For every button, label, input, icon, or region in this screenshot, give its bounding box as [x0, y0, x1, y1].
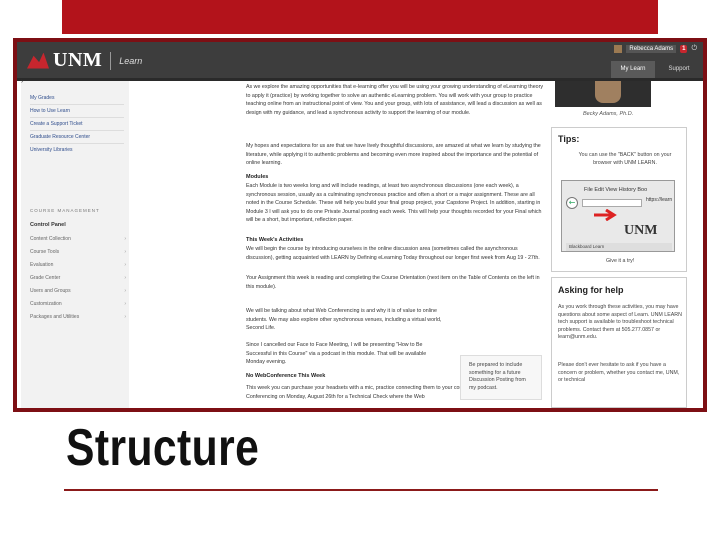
- tips-footer: Give it a try!: [606, 258, 635, 264]
- browser-example-image: File Edit View History Boo ← https://lea…: [561, 180, 675, 252]
- notification-badge[interactable]: 1: [680, 45, 688, 53]
- app-header: UNM Learn Rebecca Adams 1 ⏻ My Learn Sup…: [17, 42, 703, 78]
- tips-text: You can use the "BACK" button on your br…: [578, 152, 672, 166]
- sidebar-item-label: Content Collection: [30, 236, 71, 242]
- red-arrow-icon: [594, 209, 617, 221]
- sidebar-item-grade-center[interactable]: Grade Center ›: [30, 275, 126, 281]
- sidebar-item-label: Customization: [30, 301, 62, 307]
- photo-caption: Becky Adams, Ph.D.: [583, 111, 634, 117]
- sidebar-item-evaluation[interactable]: Evaluation ›: [30, 262, 126, 268]
- chevron-right-icon: ›: [124, 249, 126, 255]
- divider: [30, 130, 124, 131]
- tips-title: Tips:: [558, 134, 580, 144]
- chevron-right-icon: ›: [124, 314, 126, 320]
- modules-paragraph: Each Module is two weeks long and will i…: [246, 183, 542, 223]
- slide-title: Structure: [66, 419, 260, 477]
- mountain-icon: [27, 52, 49, 69]
- help-title: Asking for help: [558, 285, 624, 295]
- chevron-right-icon: ›: [124, 275, 126, 281]
- url-text: https://learn: [646, 197, 673, 203]
- talking-paragraph: We will be talking about what Web Confer…: [246, 308, 442, 331]
- section-heading: COURSE MANAGEMENT: [30, 208, 100, 213]
- logo-divider: [110, 51, 112, 70]
- user-area: Rebecca Adams 1 ⏻: [614, 45, 697, 53]
- collapse-arrow-icon[interactable]: ›: [21, 78, 23, 85]
- learn-screen: UNM Learn Rebecca Adams 1 ⏻ My Learn Sup…: [17, 42, 703, 408]
- week-paragraph: We will begin the course by introducing …: [246, 246, 540, 261]
- chevron-right-icon: ›: [124, 262, 126, 268]
- back-arrow-icon: ←: [566, 197, 578, 209]
- logo-text: UNM: [53, 49, 103, 71]
- tips-panel: Tips: You can use the "BACK" button on y…: [551, 127, 687, 272]
- top-accent-bar: [62, 0, 658, 34]
- sidebar-item-label: Grade Center: [30, 275, 61, 281]
- sidebar-link-how-to-use[interactable]: How to Use Learn: [30, 108, 70, 114]
- url-bar: [582, 199, 642, 207]
- no-webconference-heading: No WebConference This Week: [246, 373, 326, 379]
- screenshot-frame: UNM Learn Rebecca Adams 1 ⏻ My Learn Sup…: [13, 38, 707, 412]
- logo-subtitle: Learn: [119, 55, 143, 66]
- sidebar-item-label: Users and Groups: [30, 288, 71, 294]
- modules-heading: Modules: [246, 174, 269, 180]
- tab-my-learn[interactable]: My Learn: [611, 61, 655, 78]
- instructor-photo: [555, 81, 651, 107]
- sidebar-link-my-grades[interactable]: My Grades: [30, 95, 54, 101]
- help-paragraph: As you work through these activities, yo…: [558, 304, 682, 340]
- help-panel: Asking for help As you work through thes…: [551, 277, 687, 408]
- intro-paragraph: As we explore the amazing opportunities …: [246, 84, 544, 116]
- sidebar-item-users-groups[interactable]: Users and Groups ›: [30, 288, 126, 294]
- podcast-note: Be prepared to include something for a f…: [460, 355, 542, 400]
- sidebar-item-course-tools[interactable]: Course Tools ›: [30, 249, 126, 255]
- chevron-right-icon: ›: [124, 288, 126, 294]
- divider: [30, 143, 124, 144]
- tab-label: Blackboard Learn: [566, 243, 672, 251]
- avatar[interactable]: [614, 45, 623, 53]
- user-name[interactable]: Rebecca Adams: [626, 45, 677, 53]
- divider: [30, 104, 124, 105]
- sidebar-item-label: Evaluation: [30, 262, 54, 268]
- sidebar-item-label: Course Tools: [30, 249, 60, 255]
- week-heading: This Week's Activities: [246, 237, 304, 243]
- sidebar-item-content-collection[interactable]: Content Collection ›: [30, 236, 126, 242]
- assignment-paragraph: Your Assignment this week is reading and…: [246, 275, 540, 290]
- sidebar-item-customization[interactable]: Customization ›: [30, 301, 126, 307]
- divider: [30, 117, 124, 118]
- unm-logo[interactable]: UNM Learn: [27, 49, 142, 72]
- sidebar-link-support-ticket[interactable]: Create a Support Ticket: [30, 121, 83, 127]
- chevron-right-icon: ›: [124, 236, 126, 242]
- tab-support[interactable]: Support: [659, 61, 699, 78]
- course-menu: › My Grades How to Use Learn Create a Su…: [21, 78, 129, 408]
- sidebar-item-label: Packages and Utilities: [30, 314, 80, 320]
- sidebar-link-graduate-resource[interactable]: Graduate Resource Center: [30, 134, 90, 140]
- chevron-right-icon: ›: [124, 301, 126, 307]
- since-paragraph: Since I cancelled our Face to Face Meeti…: [246, 342, 427, 365]
- slide: UNM Learn Rebecca Adams 1 ⏻ My Learn Sup…: [0, 0, 720, 540]
- control-panel-heading: Control Panel: [30, 222, 66, 228]
- sidebar-item-packages[interactable]: Packages and Utilities ›: [30, 314, 126, 320]
- help-paragraph-2: Please don't ever hesitate to ask if you…: [558, 362, 680, 383]
- browser-menu: File Edit View History Boo: [584, 187, 648, 193]
- power-icon[interactable]: ⏻: [691, 45, 697, 53]
- unm-logo-mini: UNM: [624, 223, 658, 238]
- sidebar-link-libraries[interactable]: University Libraries: [30, 147, 73, 153]
- hopes-paragraph: My hopes and expectations for us are tha…: [246, 143, 541, 166]
- title-underline: [64, 489, 658, 491]
